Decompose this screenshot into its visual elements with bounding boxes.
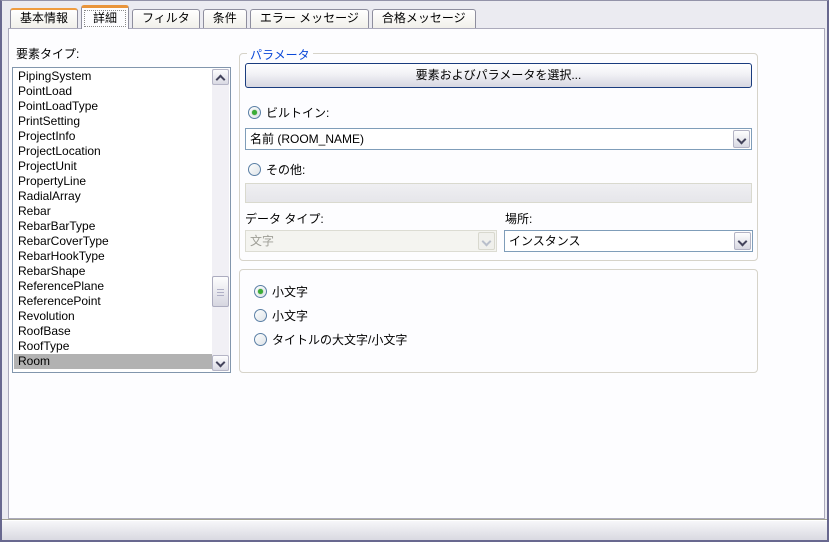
tab-4[interactable]: エラー メッセージ [249,9,369,28]
combo-dropdown-button-disabled [478,232,495,250]
list-item[interactable]: Revolution [14,309,212,324]
rule-editor-window: 基本情報 詳細 フィルタ 条件 エラー メッセージ 合格メッセージ 要素タイプ: Pipi… [0,0,829,542]
list-item[interactable]: Room [14,354,212,369]
tab-2[interactable]: フィルタ [132,9,200,28]
select-element-parameter-button[interactable]: 要素およびパラメータを選択... [245,63,752,88]
scroll-down-button[interactable] [212,355,229,371]
scroll-up-button[interactable] [212,69,229,85]
builtin-parameter-value: 名前 (ROOM_NAME) [250,132,365,146]
other-radio-button[interactable] [248,163,261,176]
status-bar [2,519,827,540]
combo-dropdown-button[interactable] [734,232,751,250]
list-item[interactable]: RoofType [14,339,212,354]
case-option-row-0[interactable]: 小文字 [254,283,308,300]
listbox-scrollbar[interactable] [212,69,229,371]
element-type-listbox[interactable]: PipingSystem PointLoad PointLoadType PrintS… [12,67,231,373]
chevron-down-icon [481,236,492,247]
case-option-row-2[interactable]: タイトルの大文字/小文字 [254,331,407,348]
case-option-label: 小文字 [272,285,309,299]
datatype-combobox: 文字 [245,230,497,252]
list-item[interactable]: ReferencePoint [14,294,212,309]
list-item[interactable]: ProjectUnit [14,159,212,174]
element-type-list: PipingSystem PointLoad PointLoadType PrintS… [14,69,212,371]
chevron-down-icon [736,134,747,145]
case-option-label: 小文字 [272,309,309,323]
combo-dropdown-button[interactable] [733,130,750,148]
list-item[interactable]: ProjectInfo [14,129,212,144]
case-option-radio-button[interactable] [254,333,267,346]
list-item[interactable]: Rebar [14,204,212,219]
tab-0[interactable]: 基本情報 [10,8,79,28]
location-label: 場所: [505,212,533,226]
chevron-up-icon [215,74,226,85]
list-item[interactable]: ProjectLocation [14,144,212,159]
list-item[interactable]: PointLoad [14,84,212,99]
list-item[interactable]: ReferencePlane [14,279,212,294]
other-parameter-field [245,183,752,203]
list-item[interactable]: PropertyLine [14,174,212,189]
tab-bar: 基本情報 詳細 フィルタ 条件 エラー メッセージ 合格メッセージ [10,5,479,29]
case-option-radio-button[interactable] [254,285,267,298]
scrollbar-grip-icon [217,289,224,296]
builtin-parameter-combobox[interactable]: 名前 (ROOM_NAME) [245,128,752,150]
builtin-radio-label: ビルトイン: [266,106,330,120]
tab-5[interactable]: 合格メッセージ [371,9,476,28]
datatype-label: データ タイプ: [245,212,324,226]
chevron-down-icon [737,236,748,247]
list-item[interactable]: RebarBarType [14,219,212,234]
builtin-radio-row[interactable]: ビルトイン: [248,104,329,121]
datatype-value: 文字 [250,234,275,248]
parameters-group-label: パラメータ [247,46,313,63]
tab-3[interactable]: 条件 [202,9,247,28]
location-combobox[interactable]: インスタンス [504,230,753,252]
tab-1[interactable]: 詳細 [81,5,130,29]
list-item[interactable]: PipingSystem [14,69,212,84]
list-item[interactable]: PointLoadType [14,99,212,114]
location-value: インスタンス [509,234,581,248]
case-option-radio-button[interactable] [254,309,267,322]
chevron-down-icon [215,357,226,368]
list-item[interactable]: RadialArray [14,189,212,204]
element-type-label: 要素タイプ: [16,47,80,61]
scrollbar-thumb[interactable] [212,276,229,307]
list-item[interactable]: RoofBase [14,324,212,339]
other-radio-label: その他: [266,163,306,177]
list-item[interactable]: RebarHookType [14,249,212,264]
case-options-groupbox [239,269,758,373]
list-item[interactable]: RebarCoverType [14,234,212,249]
case-option-row-1[interactable]: 小文字 [254,307,308,324]
other-radio-row[interactable]: その他: [248,161,305,178]
case-option-label: タイトルの大文字/小文字 [272,333,408,347]
list-item[interactable]: RebarShape [14,264,212,279]
list-item[interactable]: PrintSetting [14,114,212,129]
builtin-radio-button[interactable] [248,106,261,119]
